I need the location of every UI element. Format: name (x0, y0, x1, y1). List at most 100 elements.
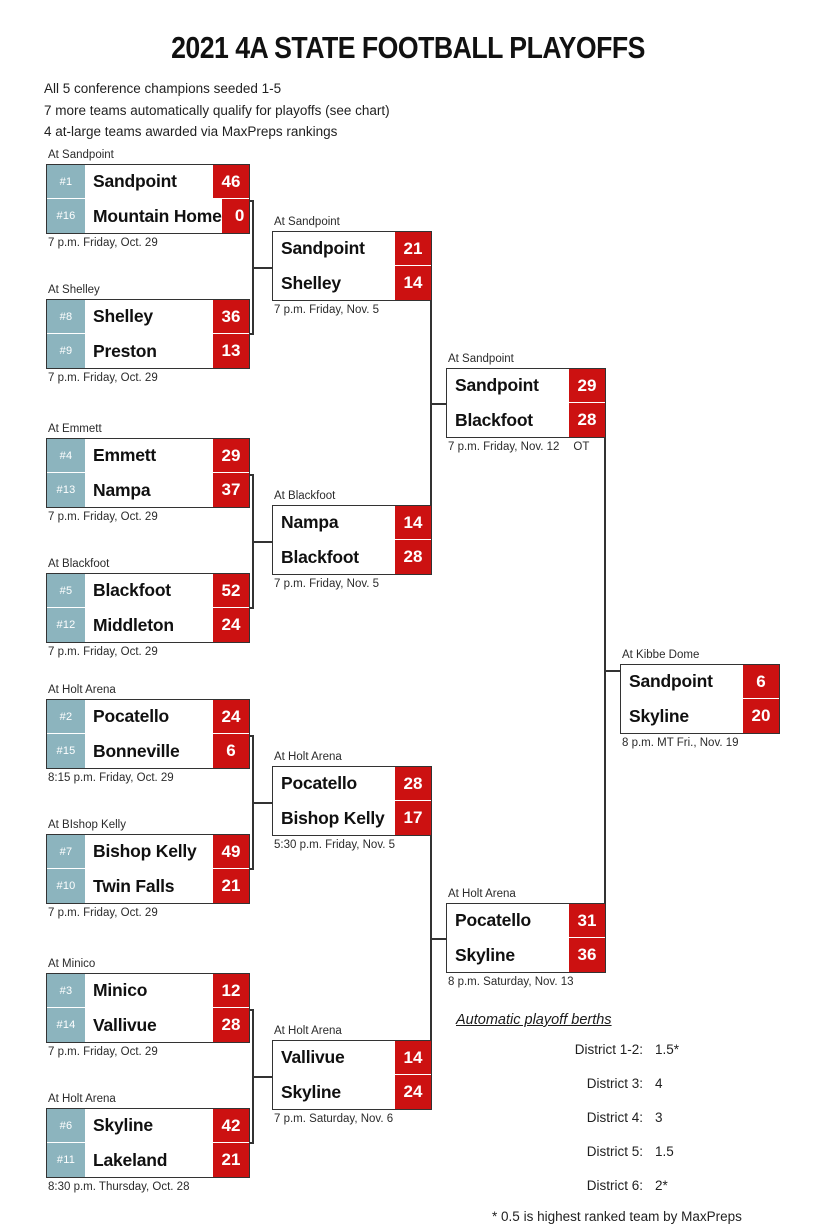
team-row[interactable]: #10 Twin Falls 21 (47, 869, 249, 903)
berth-label: District 4: (586, 1110, 643, 1125)
team-name: Vallivue (85, 1008, 213, 1042)
game-r1-7[interactable]: At Minico #3 Minico 12 #14 Vallivue 28 7… (46, 957, 250, 1059)
game-datetime: 7 p.m. Friday, Oct. 29 (48, 511, 158, 523)
team-name: Pocatello (447, 904, 569, 937)
game-r1-3[interactable]: At Emmett #4 Emmett 29 #13 Nampa 37 7 p.… (46, 422, 250, 524)
game-r1-8[interactable]: At Holt Arena #6 Skyline 42 #11 Lakeland… (46, 1092, 250, 1194)
matchup-box[interactable]: #1 Sandpoint 46 #16 Mountain Home 0 (46, 164, 250, 234)
game-r2-1[interactable]: At Sandpoint Sandpoint 21 Shelley 14 7 p… (272, 215, 432, 317)
team-row[interactable]: #3 Minico 12 (47, 974, 249, 1008)
team-row[interactable]: #6 Skyline 42 (47, 1109, 249, 1143)
game-r2-4[interactable]: At Holt Arena Vallivue 14 Skyline 24 7 p… (272, 1024, 432, 1126)
team-name: Sandpoint (85, 165, 213, 198)
team-row[interactable]: #9 Preston 13 (47, 334, 249, 368)
team-seed: #1 (47, 165, 85, 198)
matchup-box[interactable]: Sandpoint 29 Blackfoot 28 (446, 368, 606, 438)
team-name: Skyline (447, 938, 569, 972)
team-row[interactable]: #8 Shelley 36 (47, 300, 249, 334)
team-row[interactable]: #12 Middleton 24 (47, 608, 249, 642)
matchup-box[interactable]: #8 Shelley 36 #9 Preston 13 (46, 299, 250, 369)
bracket-connector (252, 802, 274, 804)
game-r1-5[interactable]: At Holt Arena #2 Pocatello 24 #15 Bonnev… (46, 683, 250, 785)
team-row[interactable]: #5 Blackfoot 52 (47, 574, 249, 608)
team-score: 21 (213, 869, 249, 903)
game-datetime: 8:15 p.m. Friday, Oct. 29 (48, 772, 174, 784)
matchup-box[interactable]: #6 Skyline 42 #11 Lakeland 21 (46, 1108, 250, 1178)
team-name: Middleton (85, 608, 213, 642)
team-score: 28 (395, 767, 431, 800)
team-score: 36 (213, 300, 249, 333)
team-score: 36 (569, 938, 605, 972)
team-row[interactable]: Sandpoint 29 (447, 369, 605, 403)
matchup-box[interactable]: #2 Pocatello 24 #15 Bonneville 6 (46, 699, 250, 769)
game-r1-2[interactable]: At Shelley #8 Shelley 36 #9 Preston 13 7… (46, 283, 250, 385)
berth-label: District 3: (586, 1076, 643, 1091)
game-r2-2[interactable]: At Blackfoot Nampa 14 Blackfoot 28 7 p.m… (272, 489, 432, 591)
team-row[interactable]: Shelley 14 (273, 266, 431, 300)
game-venue: At BIshop Kelly (48, 819, 126, 831)
team-row[interactable]: Sandpoint 6 (621, 665, 779, 699)
team-row[interactable]: Blackfoot 28 (447, 403, 605, 437)
team-row[interactable]: #7 Bishop Kelly 49 (47, 835, 249, 869)
game-r3-1[interactable]: At Sandpoint Sandpoint 29 Blackfoot 28 7… (446, 352, 606, 454)
team-name: Bishop Kelly (273, 801, 395, 835)
berth-row: District 1-2: 1.5* (452, 1039, 782, 1060)
matchup-box[interactable]: #4 Emmett 29 #13 Nampa 37 (46, 438, 250, 508)
team-row[interactable]: Pocatello 31 (447, 904, 605, 938)
team-row[interactable]: #11 Lakeland 21 (47, 1143, 249, 1177)
matchup-box[interactable]: Sandpoint 6 Skyline 20 (620, 664, 780, 734)
matchup-box[interactable]: Nampa 14 Blackfoot 28 (272, 505, 432, 575)
game-venue: At Sandpoint (274, 216, 340, 228)
team-row[interactable]: #2 Pocatello 24 (47, 700, 249, 734)
team-row[interactable]: #1 Sandpoint 46 (47, 165, 249, 199)
team-name: Bishop Kelly (85, 835, 213, 868)
team-name: Minico (85, 974, 213, 1007)
game-venue: At Kibbe Dome (622, 649, 700, 661)
team-seed: #8 (47, 300, 85, 333)
team-score: 24 (395, 1075, 431, 1109)
team-seed: #7 (47, 835, 85, 868)
game-datetime: 7 p.m. Friday, Oct. 29 (48, 1046, 158, 1058)
game-r2-3[interactable]: At Holt Arena Pocatello 28 Bishop Kelly … (272, 750, 432, 852)
team-name: Blackfoot (273, 540, 395, 574)
matchup-box[interactable]: #7 Bishop Kelly 49 #10 Twin Falls 21 (46, 834, 250, 904)
team-row[interactable]: #15 Bonneville 6 (47, 734, 249, 768)
game-datetime: 7 p.m. Friday, Oct. 29 (48, 372, 158, 384)
matchup-box[interactable]: Pocatello 31 Skyline 36 (446, 903, 606, 973)
team-row[interactable]: #14 Vallivue 28 (47, 1008, 249, 1042)
team-score: 21 (395, 232, 431, 265)
team-row[interactable]: Skyline 36 (447, 938, 605, 972)
team-row[interactable]: Nampa 14 (273, 506, 431, 540)
team-seed: #9 (47, 334, 85, 368)
team-row[interactable]: Pocatello 28 (273, 767, 431, 801)
team-row[interactable]: #4 Emmett 29 (47, 439, 249, 473)
team-name: Nampa (273, 506, 395, 539)
game-venue: At Holt Arena (448, 888, 516, 900)
team-name: Skyline (621, 699, 743, 733)
team-row[interactable]: Bishop Kelly 17 (273, 801, 431, 835)
matchup-box[interactable]: Vallivue 14 Skyline 24 (272, 1040, 432, 1110)
game-r1-1[interactable]: At Sandpoint #1 Sandpoint 46 #16 Mountai… (46, 148, 250, 250)
team-row[interactable]: Blackfoot 28 (273, 540, 431, 574)
matchup-box[interactable]: Pocatello 28 Bishop Kelly 17 (272, 766, 432, 836)
team-score: 52 (213, 574, 249, 607)
team-row[interactable]: Sandpoint 21 (273, 232, 431, 266)
matchup-box[interactable]: #5 Blackfoot 52 #12 Middleton 24 (46, 573, 250, 643)
team-row[interactable]: Skyline 24 (273, 1075, 431, 1109)
game-r3-2[interactable]: At Holt Arena Pocatello 31 Skyline 36 8 … (446, 887, 606, 989)
team-row[interactable]: Vallivue 14 (273, 1041, 431, 1075)
overtime-badge: OT (573, 441, 590, 453)
matchup-box[interactable]: Sandpoint 21 Shelley 14 (272, 231, 432, 301)
berth-value: 2* (655, 1178, 668, 1193)
matchup-box[interactable]: #3 Minico 12 #14 Vallivue 28 (46, 973, 250, 1043)
team-seed: #14 (47, 1008, 85, 1042)
team-seed: #2 (47, 700, 85, 733)
team-score: 14 (395, 1041, 431, 1074)
game-final[interactable]: At Kibbe Dome Sandpoint 6 Skyline 20 8 p… (620, 648, 780, 750)
team-name: Vallivue (273, 1041, 395, 1074)
team-row[interactable]: #13 Nampa 37 (47, 473, 249, 507)
game-r1-6[interactable]: At BIshop Kelly #7 Bishop Kelly 49 #10 T… (46, 818, 250, 920)
game-r1-4[interactable]: At Blackfoot #5 Blackfoot 52 #12 Middlet… (46, 557, 250, 659)
team-row[interactable]: Skyline 20 (621, 699, 779, 733)
team-row[interactable]: #16 Mountain Home 0 (47, 199, 249, 233)
